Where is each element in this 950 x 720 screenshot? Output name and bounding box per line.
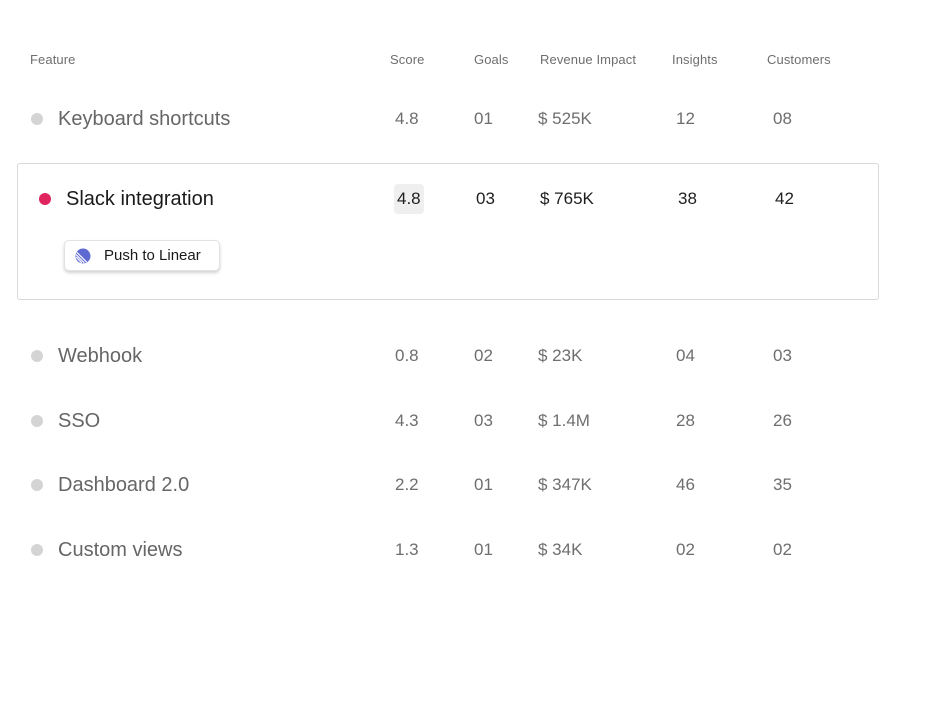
goals-cell: 01 <box>474 540 493 559</box>
customers-cell: 03 <box>773 346 792 365</box>
insights-cell: 04 <box>676 346 695 365</box>
table-row[interactable]: SSO 4.3 03 $ 1.4M 28 26 <box>0 401 950 441</box>
table-row[interactable]: Slack integration 4.8 03 $ 765K 38 42 <box>18 179 878 219</box>
push-to-linear-label: Push to Linear <box>104 247 201 264</box>
goals-cell: 03 <box>474 411 493 430</box>
customers-cell: 02 <box>773 540 792 559</box>
goals-cell: 02 <box>474 346 493 365</box>
status-dot <box>31 350 43 362</box>
insights-cell: 02 <box>676 540 695 559</box>
goals-cell: 03 <box>476 189 495 208</box>
column-header-feature[interactable]: Feature <box>30 52 76 67</box>
column-header-insights[interactable]: Insights <box>672 52 718 67</box>
insights-cell: 28 <box>676 411 695 430</box>
score-cell: 4.8 <box>395 109 419 128</box>
column-header-score[interactable]: Score <box>390 52 424 67</box>
score-cell: 0.8 <box>395 346 419 365</box>
revenue-cell: $ 23K <box>538 346 583 365</box>
score-highlight: 4.8 <box>394 184 424 214</box>
score-cell: 4.8 <box>394 179 424 219</box>
customers-cell: 42 <box>775 189 794 208</box>
status-dot <box>31 479 43 491</box>
revenue-cell: $ 347K <box>538 475 592 494</box>
linear-icon <box>75 248 91 264</box>
table-row[interactable]: Webhook 0.8 02 $ 23K 04 03 <box>0 336 950 376</box>
score-cell: 1.3 <box>395 540 419 559</box>
goals-cell: 01 <box>474 475 493 494</box>
revenue-cell: $ 525K <box>538 109 592 128</box>
feature-name: Slack integration <box>66 188 214 210</box>
insights-cell: 12 <box>676 109 695 128</box>
feature-name: Keyboard shortcuts <box>58 108 231 130</box>
goals-cell: 01 <box>474 109 493 128</box>
column-header-customers[interactable]: Customers <box>767 52 831 67</box>
score-cell: 4.3 <box>395 411 419 430</box>
column-header-revenue-impact[interactable]: Revenue Impact <box>540 52 636 67</box>
table-row-selected[interactable]: Slack integration 4.8 03 $ 765K 38 42 Pu… <box>17 163 879 300</box>
feature-name: Dashboard 2.0 <box>58 474 190 496</box>
status-dot <box>39 193 51 205</box>
customers-cell: 35 <box>773 475 792 494</box>
status-dot <box>31 544 43 556</box>
insights-cell: 46 <box>676 475 695 494</box>
table-row[interactable]: Keyboard shortcuts 4.8 01 $ 525K 12 08 <box>0 99 950 139</box>
feature-name: Webhook <box>58 345 143 367</box>
column-header-goals[interactable]: Goals <box>474 52 508 67</box>
customers-cell: 08 <box>773 109 792 128</box>
status-dot <box>31 415 43 427</box>
table-row[interactable]: Custom views 1.3 01 $ 34K 02 02 <box>0 530 950 570</box>
table-row[interactable]: Dashboard 2.0 2.2 01 $ 347K 46 35 <box>0 465 950 505</box>
score-cell: 2.2 <box>395 475 419 494</box>
feature-name: Custom views <box>58 539 183 561</box>
feature-name: SSO <box>58 410 101 432</box>
revenue-cell: $ 34K <box>538 540 583 559</box>
customers-cell: 26 <box>773 411 792 430</box>
feature-table: Feature Score Goals Revenue Impact Insig… <box>0 0 950 720</box>
status-dot <box>31 113 43 125</box>
revenue-cell: $ 1.4M <box>538 411 590 430</box>
push-to-linear-button[interactable]: Push to Linear <box>64 240 220 271</box>
insights-cell: 38 <box>678 189 697 208</box>
revenue-cell: $ 765K <box>540 189 594 208</box>
